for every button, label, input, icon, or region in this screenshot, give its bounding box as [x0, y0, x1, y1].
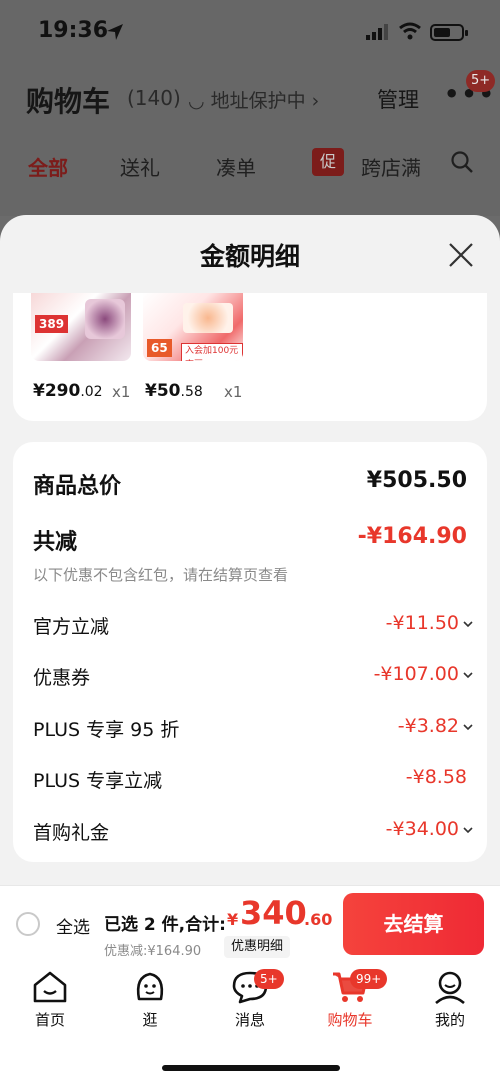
tab-browse[interactable]: 逛	[110, 969, 190, 1030]
discount-row-value: -¥8.58	[405, 766, 467, 788]
tab-label: 首页	[34, 1011, 65, 1029]
tab-messages[interactable]: 消息 5+	[210, 969, 290, 1030]
discount-row-label[interactable]: PLUS 专享 95 折	[33, 715, 179, 742]
home-indicator	[162, 1065, 340, 1071]
message-badge: 5+	[254, 969, 284, 989]
discount-row-label: PLUS 专享立减	[33, 770, 163, 792]
reduce-label: 共减	[33, 530, 78, 555]
discount-note: 以下优惠不包含红包，请在结算页查看	[33, 566, 289, 584]
page-title: 购物车	[26, 85, 111, 118]
address-protection[interactable]: ◡ 地址保护中 ›	[188, 86, 319, 113]
manage-button[interactable]: 管理	[377, 84, 419, 114]
price-summary-card: 商品总价 ¥505.50 共减 -¥164.90 以下优惠不包含红包，请在结算页…	[13, 442, 487, 862]
thumb-badge: 入会加100元京豆	[181, 343, 243, 361]
tab-bundle[interactable]: 凑单	[216, 152, 256, 181]
tab-label: 购物车	[327, 1011, 373, 1029]
tab-all[interactable]: 全部	[28, 152, 68, 181]
product-list-card: 389 65 入会加100元京豆 ¥290.02 x1 ¥50.58 x1	[13, 293, 487, 421]
discount-row-value[interactable]: -¥11.50	[386, 612, 459, 634]
thumb-price-tag: 389	[35, 315, 69, 333]
sheet-title: 金额明细	[199, 242, 300, 271]
chevron-down-icon[interactable]	[463, 619, 473, 629]
tab-label: 逛	[142, 1011, 158, 1029]
tab-home[interactable]: 首页	[10, 969, 90, 1030]
tab-gift[interactable]: 送礼	[120, 152, 160, 181]
home-icon	[33, 971, 67, 1003]
total-amount-decimal: .60	[304, 910, 333, 929]
thumb-price-tag: 65	[147, 339, 172, 357]
product-image	[183, 303, 233, 333]
total-currency: ¥	[227, 910, 239, 929]
profile-icon	[435, 971, 465, 1005]
item-qty: x1	[112, 383, 131, 401]
cart-header: 购物车 (140) ◡ 地址保护中 › 管理 ••• 5+ 全部 送礼 凑单 促…	[0, 66, 500, 216]
selected-info: 已选 2 件,合计:	[104, 915, 226, 935]
select-all-label[interactable]: 全选	[56, 913, 90, 938]
wifi-icon	[399, 22, 421, 40]
search-icon[interactable]	[450, 150, 474, 174]
close-icon[interactable]	[447, 241, 475, 269]
checkout-button[interactable]: 去结算	[343, 893, 484, 955]
discount-summary: 优惠减:¥164.90	[104, 944, 202, 959]
cart-count: (140)	[127, 86, 181, 110]
item-price: ¥50.58	[145, 381, 203, 401]
total-value: ¥505.50	[366, 468, 467, 493]
tab-label: 消息	[234, 1011, 265, 1029]
chevron-down-icon[interactable]	[463, 722, 473, 732]
reduce-value: -¥164.90	[357, 524, 467, 549]
tab-cross-store[interactable]: 跨店满	[361, 152, 421, 181]
status-time: 19:36	[38, 18, 109, 43]
location-arrow-icon	[107, 24, 123, 40]
bottom-tab-bar: 首页 逛 消息 5+ 购物车 99+ 我的	[0, 963, 500, 1083]
discount-row-label[interactable]: 首购礼金	[33, 818, 109, 845]
discount-row-value[interactable]: -¥3.82	[398, 715, 459, 737]
tab-cart[interactable]: 购物车 99+	[310, 969, 390, 1030]
signal-icon	[366, 24, 388, 40]
chevron-down-icon[interactable]	[463, 670, 473, 680]
product-image	[85, 299, 125, 339]
discount-row-label[interactable]: 官方立减	[33, 612, 109, 639]
product-thumbnail[interactable]: 65 入会加100元京豆	[143, 293, 243, 361]
tab-profile[interactable]: 我的	[410, 969, 490, 1030]
more-badge: 5+	[466, 70, 496, 92]
chevron-down-icon[interactable]	[463, 825, 473, 835]
promo-tag: 促	[312, 148, 344, 176]
product-thumbnail[interactable]: 389	[31, 293, 131, 361]
discount-row-label[interactable]: 优惠券	[33, 663, 90, 690]
item-qty: x1	[224, 383, 243, 401]
tab-label: 我的	[434, 1011, 465, 1029]
discount-row-value[interactable]: -¥107.00	[374, 663, 459, 685]
discount-row-value[interactable]: -¥34.00	[386, 818, 459, 840]
total-amount-integer: 340	[240, 894, 307, 932]
battery-icon	[430, 24, 468, 41]
checkout-bar: 全选 已选 2 件,合计: ¥ 340 .60 优惠减:¥164.90 优惠明细…	[0, 885, 500, 963]
cart-badge: 99+	[350, 969, 388, 989]
status-bar: 19:36	[0, 0, 500, 66]
select-all-radio[interactable]	[16, 912, 40, 936]
discount-detail-button[interactable]: 优惠明细	[224, 936, 291, 958]
browse-icon	[136, 972, 164, 1001]
item-price: ¥290.02	[33, 381, 103, 401]
total-label: 商品总价	[33, 474, 122, 499]
